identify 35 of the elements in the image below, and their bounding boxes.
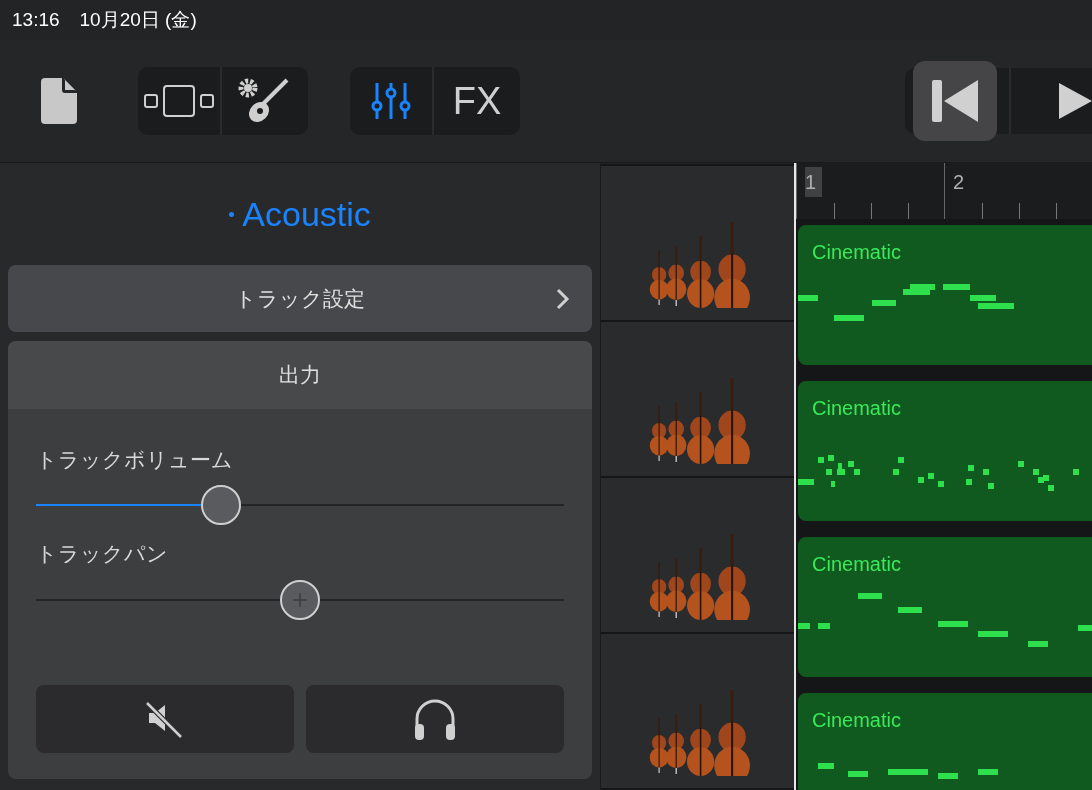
headphones-button[interactable] bbox=[306, 685, 565, 753]
region-name: Cinematic bbox=[812, 708, 901, 733]
midi-region[interactable]: Cinematic bbox=[798, 537, 1092, 677]
document-icon[interactable] bbox=[40, 77, 80, 125]
bar-number: 1 bbox=[805, 167, 823, 197]
rewind-button[interactable] bbox=[913, 61, 997, 141]
slider-track[interactable] bbox=[36, 485, 565, 526]
output-title: 出力 bbox=[279, 362, 322, 389]
midi-region[interactable]: Cinematic bbox=[798, 381, 1092, 521]
skip-back-icon bbox=[932, 80, 978, 122]
midi-region[interactable]: Cinematic bbox=[798, 693, 1092, 790]
chevron-right-icon bbox=[556, 287, 571, 310]
plus-icon bbox=[292, 591, 309, 608]
region-name: Cinematic bbox=[812, 240, 901, 265]
play-button[interactable] bbox=[1009, 68, 1092, 134]
mute-button[interactable] bbox=[36, 685, 295, 753]
track-header[interactable] bbox=[601, 634, 794, 790]
track-header[interactable] bbox=[601, 478, 794, 634]
slider-track[interactable] bbox=[36, 579, 565, 620]
slider-thumb[interactable] bbox=[200, 485, 241, 526]
status-time: 13:16 bbox=[12, 7, 60, 32]
play-icon bbox=[1059, 80, 1092, 122]
midi-region[interactable]: Cinematic bbox=[798, 225, 1092, 365]
slider-label: トラックボリューム bbox=[36, 447, 234, 473]
region-name: Cinematic bbox=[812, 396, 901, 421]
track-header[interactable] bbox=[601, 322, 794, 478]
bar-number: 2 bbox=[953, 170, 965, 195]
track-header[interactable] bbox=[601, 166, 794, 322]
region-name: Cinematic bbox=[812, 552, 901, 577]
status-date: 10月20日 (金) bbox=[79, 7, 197, 32]
tracks-view-icon bbox=[144, 85, 214, 117]
slider-label: トラックパン bbox=[36, 541, 169, 568]
track-settings-button[interactable]: トラック設定 bbox=[8, 265, 593, 332]
slider-thumb[interactable] bbox=[280, 579, 321, 620]
track-name-title: Acoustic bbox=[242, 193, 371, 235]
